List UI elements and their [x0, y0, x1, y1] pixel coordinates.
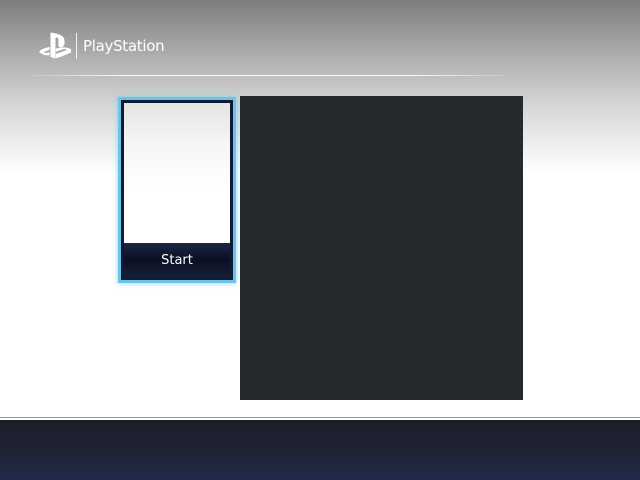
start-tile-label: Start	[161, 252, 193, 268]
tile-thumbnail	[124, 103, 230, 243]
header-divider	[30, 75, 505, 76]
start-tile[interactable]: Start	[118, 97, 236, 283]
header: PlayStation	[39, 30, 165, 62]
logo-divider	[76, 33, 77, 59]
playstation-logo-icon	[39, 32, 71, 59]
ps-home-screen: PlayStation Start	[0, 0, 640, 480]
tile-frame: Start	[124, 103, 230, 277]
preview-panel	[240, 96, 523, 400]
footer-divider	[0, 417, 640, 418]
brand-wordmark: PlayStation	[83, 36, 165, 55]
footer-bar	[0, 420, 640, 480]
tile-label-bar: Start	[124, 243, 230, 277]
